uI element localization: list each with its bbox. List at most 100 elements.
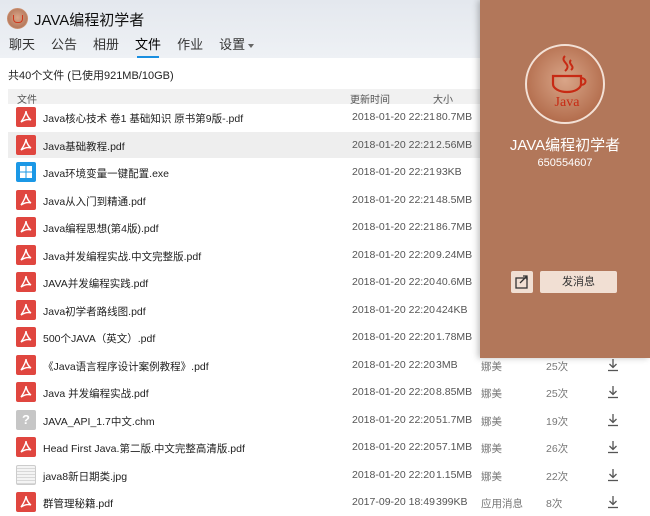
group-avatar[interactable] bbox=[7, 8, 28, 29]
file-name: 群管理秘籍.pdf bbox=[43, 498, 114, 510]
file-download-count: 22次 bbox=[546, 470, 569, 483]
download-icon[interactable] bbox=[605, 384, 621, 400]
file-row[interactable]: ? JAVA_API_1.7中文.chm 2018-01-20 22:20 51.7M… bbox=[8, 407, 650, 434]
send-message-button[interactable]: 发消息 bbox=[540, 271, 617, 293]
tab-files[interactable]: 文件 bbox=[127, 36, 169, 58]
file-size: 2.56MB bbox=[436, 138, 473, 151]
file-name: JAVA_API_1.7中文.chm bbox=[43, 415, 155, 428]
pdf-file-icon bbox=[16, 437, 36, 457]
file-size: 40.6MB bbox=[436, 276, 473, 288]
file-updated-time: 2018-01-20 22:20 bbox=[352, 358, 435, 371]
file-name: Java核心技术 卷1 基础知识 原书第9版-.pdf bbox=[43, 113, 244, 125]
group-title: JAVA编程初学者 bbox=[34, 12, 145, 29]
file-size: 80.7MB bbox=[436, 111, 473, 123]
chm-file-icon: ? bbox=[16, 409, 36, 430]
file-row[interactable]: java8新日期类.jpg 2018-01-20 22:20 1.15MB 娜美 22次 bbox=[8, 462, 650, 489]
file-uploader: 娜美 bbox=[481, 360, 502, 373]
download-icon[interactable] bbox=[605, 439, 621, 455]
pdf-file-icon bbox=[16, 244, 36, 265]
pdf-file-icon bbox=[16, 382, 36, 402]
file-uploader: 娜美 bbox=[481, 470, 502, 483]
file-uploader: 娜美 bbox=[481, 443, 502, 455]
pdf-file-icon bbox=[16, 189, 36, 210]
storage-summary: 共40个文件 (已使用921MB/10GB) bbox=[8, 70, 174, 82]
file-updated-time: 2018-01-20 22:21 bbox=[352, 221, 435, 233]
file-size: 9.24MB bbox=[436, 248, 473, 261]
exe-file-icon bbox=[16, 162, 36, 182]
file-updated-time: 2018-01-20 22:20 bbox=[352, 386, 435, 398]
file-updated-time: 2018-01-20 22:21 bbox=[352, 138, 435, 151]
file-name: Java环境变量一键配置.exe bbox=[43, 168, 170, 180]
group-name: JAVA编程初学者 bbox=[509, 137, 621, 154]
file-size: 1.15MB bbox=[436, 468, 473, 481]
file-name: Java 并发编程实战.pdf bbox=[43, 388, 149, 400]
tab-settings[interactable]: 设置 bbox=[211, 36, 262, 58]
file-name: Head First Java.第二版.中文完整高清版.pdf bbox=[43, 443, 245, 455]
pdf-file-icon bbox=[16, 492, 36, 512]
download-icon[interactable] bbox=[605, 412, 621, 428]
file-name: Java初学者路线图.pdf bbox=[43, 305, 146, 318]
tab-bar: 聊天 公告 相册 文件 作业 设置 bbox=[0, 36, 262, 58]
download-icon[interactable] bbox=[605, 494, 621, 510]
file-size: 48.5MB bbox=[436, 193, 473, 206]
file-download-count: 26次 bbox=[546, 443, 569, 455]
file-size: 57.1MB bbox=[436, 441, 473, 453]
pdf-file-icon bbox=[16, 107, 36, 127]
tab-album[interactable]: 相册 bbox=[85, 36, 127, 58]
tab-label: 作业 bbox=[177, 37, 204, 52]
file-size: 1.78MB bbox=[436, 331, 473, 343]
file-updated-time: 2017-09-20 18:49 bbox=[352, 496, 435, 508]
tab-chat[interactable]: 聊天 bbox=[0, 36, 43, 58]
file-updated-time: 2018-01-20 22:20 bbox=[352, 441, 435, 453]
download-icon[interactable] bbox=[605, 467, 621, 483]
file-updated-time: 2018-01-20 22:20 bbox=[352, 276, 435, 288]
file-updated-time: 2018-01-20 22:20 bbox=[352, 468, 435, 481]
pdf-file-icon bbox=[16, 327, 36, 347]
file-size: 399KB bbox=[436, 496, 468, 508]
file-name: Java编程思想(第4版).pdf bbox=[43, 223, 159, 235]
pdf-file-icon bbox=[16, 217, 36, 237]
file-updated-time: 2018-01-20 22:20 bbox=[352, 331, 435, 343]
group-avatar-large: Java bbox=[525, 44, 605, 124]
file-name: JAVA并发编程实践.pdf bbox=[43, 278, 149, 290]
file-updated-time: 2018-01-20 22:20 bbox=[352, 303, 435, 316]
file-size: 51.7MB bbox=[436, 413, 473, 426]
pdf-file-icon bbox=[16, 272, 36, 292]
file-uploader: 应用消息 bbox=[481, 498, 523, 510]
file-name: 500个JAVA（英文）.pdf bbox=[43, 333, 156, 345]
file-row[interactable]: Head First Java.第二版.中文完整高清版.pdf 2018-01-2… bbox=[8, 434, 650, 462]
file-name: java8新日期类.jpg bbox=[43, 470, 128, 483]
share-button[interactable] bbox=[511, 271, 533, 293]
tab-label: 聊天 bbox=[9, 37, 36, 52]
pdf-file-icon bbox=[16, 134, 36, 155]
file-uploader: 娜美 bbox=[481, 415, 502, 428]
java-logo-icon: Java bbox=[551, 55, 587, 110]
tab-announcement[interactable]: 公告 bbox=[43, 36, 85, 58]
file-size: 86.7MB bbox=[436, 221, 473, 233]
file-name: 《Java语言程序设计案例教程》.pdf bbox=[43, 360, 209, 373]
file-updated-time: 2018-01-20 22:20 bbox=[352, 248, 435, 261]
file-row[interactable]: Java 并发编程实战.pdf 2018-01-20 22:20 8.85MB 娜美 2… bbox=[8, 379, 650, 407]
file-updated-time: 2018-01-20 22:21 bbox=[352, 111, 435, 123]
file-size: 8.85MB bbox=[436, 386, 473, 398]
group-profile-panel: Java JAVA编程初学者 650554607 发消息 bbox=[480, 0, 650, 358]
pdf-file-icon bbox=[16, 354, 36, 375]
file-download-count: 19次 bbox=[546, 415, 569, 428]
tab-homework[interactable]: 作业 bbox=[169, 36, 211, 58]
file-download-count: 25次 bbox=[546, 388, 569, 400]
file-name: Java基础教程.pdf bbox=[43, 140, 125, 153]
download-icon[interactable] bbox=[605, 357, 621, 373]
jpg-file-icon bbox=[16, 464, 36, 485]
file-row[interactable]: 群管理秘籍.pdf 2017-09-20 18:49 399KB 应用消息 8次 bbox=[8, 489, 650, 516]
file-size: 424KB bbox=[436, 303, 468, 316]
file-updated-time: 2018-01-20 22:21 bbox=[352, 193, 435, 206]
file-updated-time: 2018-01-20 22:21 bbox=[352, 166, 435, 178]
file-name: Java并发编程实战.中文完整版.pdf bbox=[43, 250, 202, 263]
pdf-file-icon bbox=[16, 299, 36, 320]
file-uploader: 娜美 bbox=[481, 388, 502, 400]
file-updated-time: 2018-01-20 22:20 bbox=[352, 413, 435, 426]
group-id: 650554607 bbox=[537, 157, 593, 169]
file-download-count: 8次 bbox=[546, 498, 563, 510]
share-icon bbox=[515, 275, 528, 289]
file-size: 93KB bbox=[436, 166, 462, 178]
